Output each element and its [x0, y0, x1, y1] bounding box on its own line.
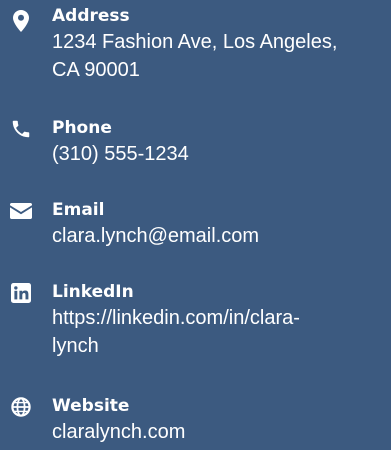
- phone-text: Phone (310) 555-1234: [52, 116, 385, 168]
- address-text: Address 1234 Fashion Ave, Los Angeles, C…: [52, 4, 385, 84]
- contact-item-website: Website claralynch.com: [0, 394, 391, 450]
- linkedin-line-2[interactable]: lynch: [52, 332, 385, 360]
- globe-icon: [8, 394, 34, 420]
- email-text: Email clara.lynch@email.com: [52, 198, 385, 250]
- contact-list: Address 1234 Fashion Ave, Los Angeles, C…: [0, 0, 391, 450]
- contact-item-linkedin: LinkedIn https://linkedin.com/in/clara- …: [0, 280, 391, 376]
- phone-value[interactable]: (310) 555-1234: [52, 140, 385, 168]
- address-line-2: CA 90001: [52, 59, 140, 81]
- phone-label: Phone: [52, 118, 112, 138]
- linkedin-icon: [8, 280, 34, 306]
- linkedin-line-1[interactable]: https://linkedin.com/in/clara-: [52, 304, 385, 332]
- linkedin-label: LinkedIn: [52, 282, 134, 302]
- contact-item-address: Address 1234 Fashion Ave, Los Angeles, C…: [0, 4, 391, 100]
- website-text: Website claralynch.com: [52, 394, 385, 446]
- linkedin-value[interactable]: https://linkedin.com/in/clara- lynch: [52, 304, 385, 360]
- address-value: 1234 Fashion Ave, Los Angeles, CA 90001: [52, 28, 385, 84]
- website-label: Website: [52, 396, 130, 416]
- email-value[interactable]: clara.lynch@email.com: [52, 222, 385, 250]
- map-marker-icon: [8, 8, 34, 34]
- phone-icon: [8, 116, 34, 142]
- envelope-icon: [8, 198, 34, 224]
- website-value[interactable]: claralynch.com: [52, 418, 385, 446]
- address-line-1: 1234 Fashion Ave, Los Angeles,: [52, 31, 338, 53]
- email-label: Email: [52, 200, 105, 220]
- contact-item-phone: Phone (310) 555-1234: [0, 116, 391, 178]
- address-label: Address: [52, 6, 130, 26]
- linkedin-text: LinkedIn https://linkedin.com/in/clara- …: [52, 280, 385, 360]
- contact-item-email: Email clara.lynch@email.com: [0, 198, 391, 260]
